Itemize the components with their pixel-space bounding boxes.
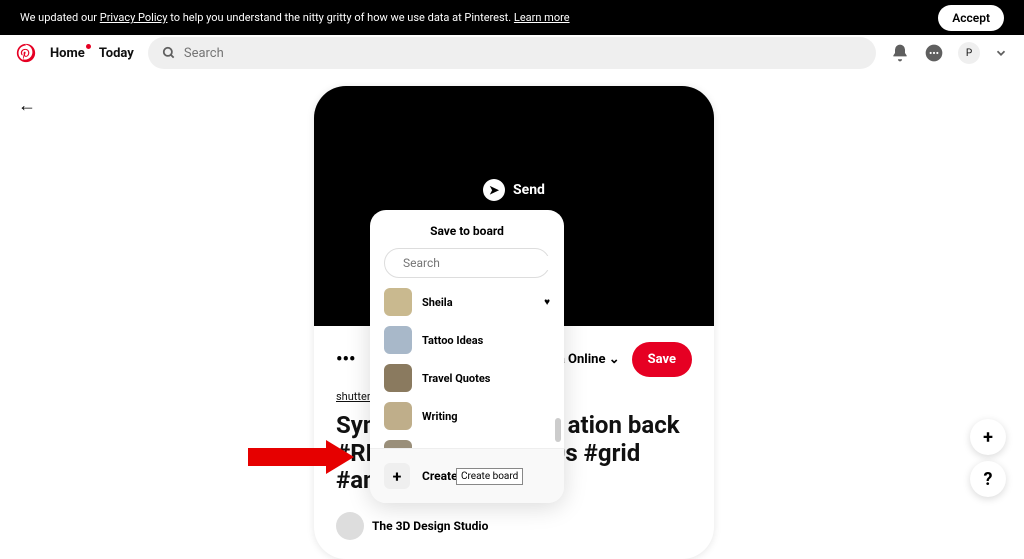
chevron-down-icon[interactable] xyxy=(994,46,1008,60)
profile-avatar[interactable]: P xyxy=(958,42,980,64)
privacy-text: We updated our Privacy Policy to help yo… xyxy=(20,11,570,24)
author-avatar[interactable] xyxy=(336,512,364,540)
privacy-mid: to help you understand the nitty gritty … xyxy=(167,11,513,24)
nav-today[interactable]: Today xyxy=(99,46,134,61)
modal-search-input[interactable] xyxy=(403,256,559,270)
nav-home-label: Home xyxy=(50,46,85,61)
add-fab[interactable]: + xyxy=(970,419,1006,455)
author-name[interactable]: The 3D Design Studio xyxy=(372,519,488,533)
search-input[interactable] xyxy=(184,46,862,61)
more-icon[interactable]: ••• xyxy=(336,349,355,370)
board-thumb xyxy=(384,288,412,316)
board-thumb xyxy=(384,402,412,430)
privacy-banner: We updated our Privacy Policy to help yo… xyxy=(0,0,1024,35)
heart-icon: ♥ xyxy=(544,297,550,308)
board-name: Writing xyxy=(422,410,458,423)
board-name: Travel Quotes xyxy=(422,372,490,385)
pinterest-logo[interactable] xyxy=(16,43,36,63)
board-item[interactable]: Writing xyxy=(370,397,564,435)
save-button[interactable]: Save xyxy=(632,342,692,377)
privacy-prefix: We updated our xyxy=(20,11,100,24)
nav-home[interactable]: Home xyxy=(50,46,85,61)
send-label: Send xyxy=(513,182,545,198)
board-thumb xyxy=(384,364,412,392)
help-fab[interactable]: ? xyxy=(970,461,1006,497)
board-item[interactable]: Travel Quotes xyxy=(370,359,564,397)
top-nav: Home Today P xyxy=(0,35,1024,71)
bell-icon[interactable] xyxy=(890,43,910,63)
annotation-arrow xyxy=(248,440,368,474)
send-button[interactable]: ➤ Send xyxy=(483,179,545,201)
notification-dot xyxy=(86,44,91,49)
save-to-board-modal: Save to board Sheila ♥ Tattoo Ideas Trav… xyxy=(370,210,564,503)
back-button[interactable]: ← xyxy=(18,95,36,116)
board-name: Your Pinterest Likes xyxy=(422,448,522,449)
board-item[interactable]: Tattoo Ideas xyxy=(370,321,564,359)
message-icon[interactable] xyxy=(924,43,944,63)
board-name: Tattoo Ideas xyxy=(422,334,483,347)
board-thumb xyxy=(384,440,412,448)
scrollbar[interactable] xyxy=(555,418,561,442)
search-bar[interactable] xyxy=(148,37,876,69)
board-item[interactable]: Sheila ♥ xyxy=(370,288,564,321)
create-board-tooltip: Create board xyxy=(456,468,523,485)
accept-button[interactable]: Accept xyxy=(938,5,1004,31)
learn-more-link[interactable]: Learn more xyxy=(514,11,570,24)
modal-search[interactable] xyxy=(384,248,550,278)
plus-icon: + xyxy=(384,463,410,489)
privacy-policy-link[interactable]: Privacy Policy xyxy=(100,11,168,24)
board-thumb xyxy=(384,326,412,354)
search-icon xyxy=(162,46,176,60)
send-icon: ➤ xyxy=(483,179,505,201)
board-item[interactable]: Your Pinterest Likes 🔒 xyxy=(370,435,564,448)
author-row: The 3D Design Studio F xyxy=(336,509,692,543)
board-list: Sheila ♥ Tattoo Ideas Travel Quotes Writ… xyxy=(370,288,564,448)
modal-title: Save to board xyxy=(370,210,564,248)
board-name: Sheila xyxy=(422,296,453,309)
